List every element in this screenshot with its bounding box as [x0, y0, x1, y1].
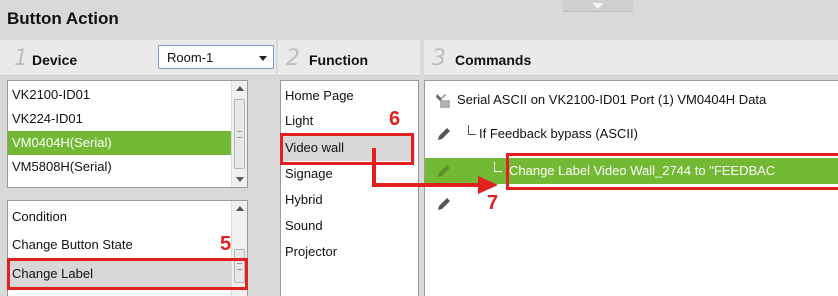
callout-arrow: [372, 148, 498, 194]
